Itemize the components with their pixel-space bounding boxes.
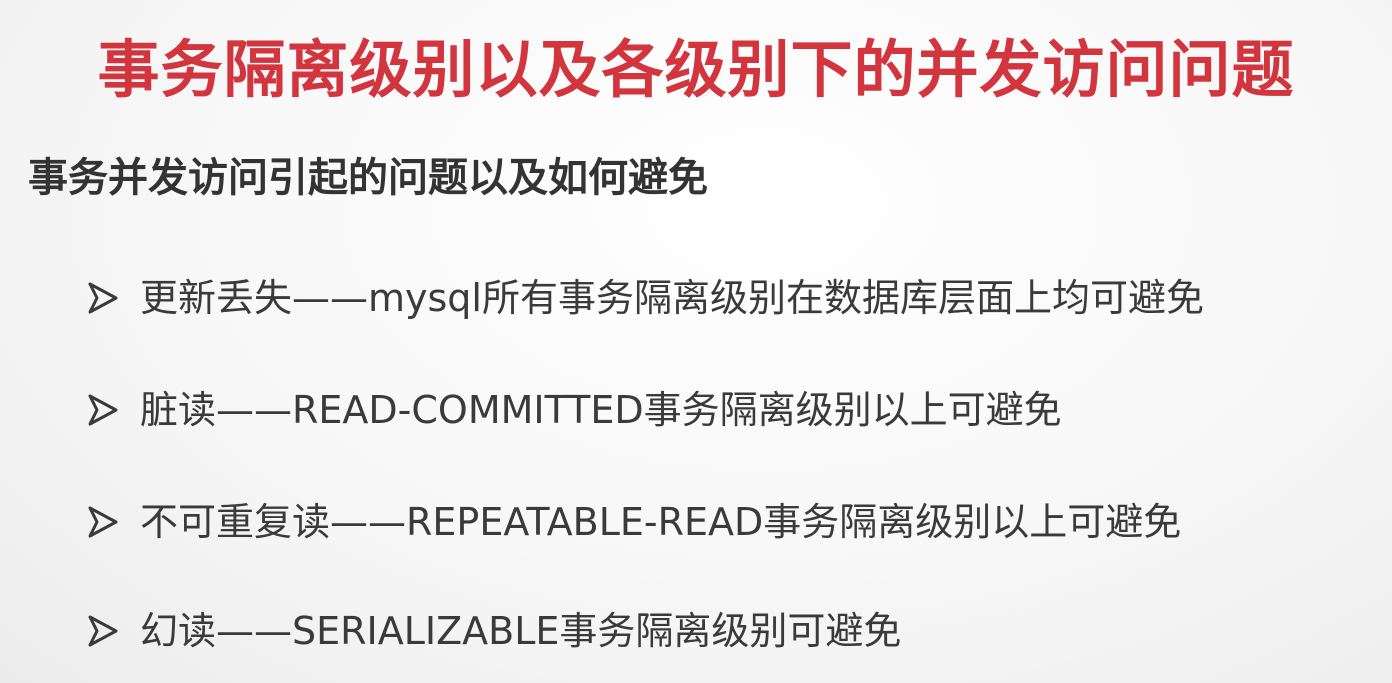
list-item: 脏读——READ-COMMITTED事务隔离级别以上可避免 [84, 380, 1062, 440]
slide: 事务隔离级别以及各级别下的并发访问问题 事务并发访问引起的问题以及如何避免 更新… [0, 0, 1392, 683]
arrow-bullet-icon [88, 394, 118, 426]
bullet-text: 不可重复读——REPEATABLE-READ事务隔离级别以上可避免 [140, 500, 1182, 544]
arrow-bullet-icon [88, 282, 118, 314]
slide-title: 事务隔离级别以及各级别下的并发访问问题 [97, 33, 1295, 106]
list-item: 更新丢失——mysql所有事务隔离级别在数据库层面上均可避免 [84, 268, 1204, 328]
bullet-text: 更新丢失——mysql所有事务隔离级别在数据库层面上均可避免 [140, 276, 1204, 320]
bullet-text: 幻读——SERIALIZABLE事务隔离级别可避免 [140, 609, 902, 653]
bullet-text: 脏读——READ-COMMITTED事务隔离级别以上可避免 [140, 388, 1062, 432]
list-item: 不可重复读——REPEATABLE-READ事务隔离级别以上可避免 [84, 492, 1181, 552]
arrow-bullet-icon [88, 506, 118, 538]
slide-subtitle: 事务并发访问引起的问题以及如何避免 [28, 155, 708, 201]
list-item: 幻读——SERIALIZABLE事务隔离级别可避免 [84, 601, 901, 661]
arrow-bullet-icon [88, 615, 118, 647]
